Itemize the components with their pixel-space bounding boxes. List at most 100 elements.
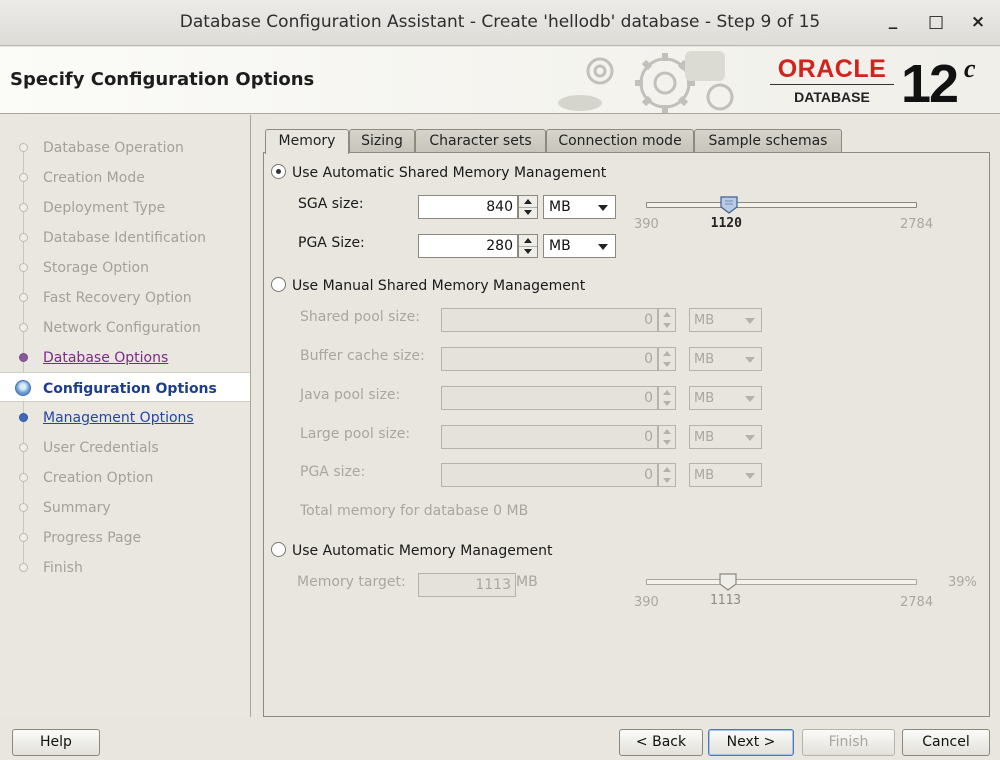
close-button[interactable]: ×	[967, 12, 989, 32]
step-status-icon	[19, 143, 28, 152]
step-status-icon	[19, 413, 28, 422]
step-status-icon	[19, 503, 28, 512]
back-button[interactable]: < Back	[619, 729, 703, 756]
step-status-icon	[19, 323, 28, 332]
next-button[interactable]: Next >	[708, 729, 794, 756]
pga-size-input[interactable]: 280	[418, 234, 518, 258]
pga-size-spinner[interactable]	[658, 463, 676, 487]
oracle-logo-word: ORACLE	[777, 55, 887, 83]
java-pool-size-spinner[interactable]	[658, 386, 676, 410]
step-status-icon	[19, 533, 28, 542]
nav-step-finish: Finish	[0, 552, 250, 582]
logo-divider	[770, 84, 894, 85]
memory-target-input[interactable]: 1113	[418, 573, 516, 597]
memory-target-slider-track[interactable]	[646, 579, 917, 585]
nav-step-label: Fast Recovery Option	[43, 290, 192, 306]
manual-memory-label: Use Manual Shared Memory Management	[292, 278, 586, 294]
shared-pool-size-unit-select[interactable]: MB	[689, 308, 762, 332]
manual-memory-radio[interactable]: Use Manual Shared Memory Management	[271, 277, 585, 294]
sga-size-spinner[interactable]	[518, 195, 538, 219]
nav-step-network-configuration: Network Configuration	[0, 312, 250, 342]
buffer-cache-size-label: Buffer cache size:	[300, 348, 425, 364]
sga-pga-slider-track[interactable]	[646, 202, 917, 208]
pga-size-label: PGA size:	[300, 464, 366, 480]
nav-step-configuration-options[interactable]: Configuration Options	[0, 372, 250, 402]
large-pool-size-spinner[interactable]	[658, 425, 676, 449]
amm-radio[interactable]: Use Automatic Memory Management	[271, 542, 552, 559]
maximize-button[interactable]: □	[925, 12, 947, 32]
sga-unit-select[interactable]: MB	[543, 195, 616, 219]
step-status-icon	[19, 203, 28, 212]
step-status-icon	[15, 380, 31, 396]
slider1-max-label: 2784	[900, 217, 934, 232]
amm-label: Use Automatic Memory Management	[292, 543, 553, 559]
step-status-icon	[19, 293, 28, 302]
nav-step-creation-mode: Creation Mode	[0, 162, 250, 192]
nav-step-label: Summary	[43, 500, 111, 516]
pga-unit-select[interactable]: MB	[543, 234, 616, 258]
radio-selected-icon	[271, 164, 286, 179]
nav-step-label: Database Options	[43, 350, 169, 366]
step-status-icon	[19, 443, 28, 452]
minimize-button[interactable]: _	[882, 10, 904, 30]
nav-step-label: Progress Page	[43, 530, 142, 546]
page-title: Specify Configuration Options	[10, 69, 315, 90]
nav-step-label: Configuration Options	[43, 381, 217, 397]
asmm-label: Use Automatic Shared Memory Management	[292, 165, 607, 181]
step-status-icon	[19, 563, 28, 572]
large-pool-size-unit-select[interactable]: MB	[689, 425, 762, 449]
radio-unselected-icon	[271, 542, 286, 557]
header-banner: Specify Configuration Options ORACLE DAT…	[0, 47, 1000, 114]
tab-memory[interactable]: Memory	[265, 129, 349, 154]
java-pool-size-unit-select[interactable]: MB	[689, 386, 762, 410]
total-memory-text: Total memory for database 0 MB	[300, 503, 529, 519]
tab-character-sets[interactable]: Character sets	[415, 129, 546, 153]
nav-step-database-options[interactable]: Database Options	[0, 342, 250, 372]
nav-step-label: Database Identification	[43, 230, 207, 246]
asmm-radio[interactable]: Use Automatic Shared Memory Management	[271, 164, 606, 181]
tab-label: Connection mode	[558, 133, 682, 149]
buffer-cache-size-input[interactable]: 0	[441, 347, 658, 371]
shared-pool-size-spinner[interactable]	[658, 308, 676, 332]
pga-size-unit-select[interactable]: MB	[689, 463, 762, 487]
memory-target-slider-thumb[interactable]	[719, 573, 737, 591]
sga-size-label: SGA size:	[298, 196, 364, 212]
large-pool-size-input[interactable]: 0	[441, 425, 658, 449]
nav-step-management-options[interactable]: Management Options	[0, 402, 250, 432]
gears-graphic-icon	[558, 51, 734, 113]
step-navigation: Database Operation Creation Mode Deploymen…	[0, 115, 251, 717]
pga-size-spinner[interactable]	[518, 234, 538, 258]
slider2-min-label: 390	[634, 595, 659, 610]
sga-pga-slider-thumb[interactable]	[720, 196, 738, 214]
help-button[interactable]: Help	[12, 729, 100, 756]
nav-step-deployment-type: Deployment Type	[0, 192, 250, 222]
pga-size-input[interactable]: 0	[441, 463, 658, 487]
shared-pool-size-input[interactable]: 0	[441, 308, 658, 332]
nav-step-summary: Summary	[0, 492, 250, 522]
window-title: Database Configuration Assistant - Creat…	[179, 12, 821, 32]
nav-step-label: Management Options	[43, 410, 194, 426]
version-number: 12	[901, 54, 959, 114]
slider1-min-label: 390	[634, 217, 659, 232]
nav-step-storage-option: Storage Option	[0, 252, 250, 282]
buffer-cache-size-spinner[interactable]	[658, 347, 676, 371]
nav-step-label: Deployment Type	[43, 200, 166, 216]
buffer-cache-size-unit-select[interactable]: MB	[689, 347, 762, 371]
step-status-icon	[19, 173, 28, 182]
version-suffix: c	[964, 54, 976, 83]
nav-step-label: User Credentials	[43, 440, 159, 456]
nav-step-user-credentials: User Credentials	[0, 432, 250, 462]
slider2-max-label: 2784	[900, 595, 934, 610]
cancel-button[interactable]: Cancel	[902, 729, 990, 756]
step-status-icon	[19, 353, 28, 362]
tab-sample-schemas[interactable]: Sample schemas	[694, 129, 842, 153]
java-pool-size-label: Java pool size:	[300, 387, 401, 403]
nav-step-progress-page: Progress Page	[0, 522, 250, 552]
step-status-icon	[19, 263, 28, 272]
sga-size-input[interactable]: 840	[418, 195, 518, 219]
java-pool-size-input[interactable]: 0	[441, 386, 658, 410]
tab-connection-mode[interactable]: Connection mode	[546, 129, 694, 153]
tab-sizing[interactable]: Sizing	[349, 129, 415, 153]
finish-button[interactable]: Finish	[802, 729, 895, 756]
nav-step-database-operation: Database Operation	[0, 132, 250, 162]
